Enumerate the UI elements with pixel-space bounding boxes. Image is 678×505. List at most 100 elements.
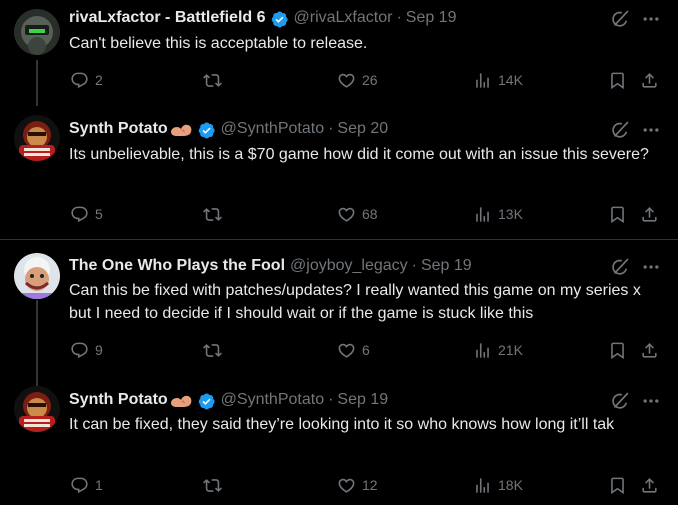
like-count: 68 (362, 206, 378, 222)
more-dots-icon[interactable] (641, 257, 661, 277)
separator-dot: · (328, 120, 334, 137)
bookmark-button[interactable] (608, 69, 627, 91)
reply-bubble-icon (70, 476, 89, 495)
retweet-icon (203, 71, 222, 90)
views-button[interactable]: 21K (473, 339, 523, 361)
verified-badge-icon (270, 10, 289, 29)
share-icon (640, 341, 659, 360)
heart-icon (337, 341, 356, 360)
reply-button[interactable]: 9 (70, 339, 103, 361)
tweet-text: Can this be fixed with patches/updates? … (69, 282, 641, 322)
heart-icon (337, 476, 356, 495)
retweet-button[interactable] (203, 203, 228, 225)
reply-count: 1 (95, 477, 103, 493)
views-bar-chart-icon (473, 71, 492, 90)
like-button[interactable]: 26 (337, 69, 378, 91)
retweet-button[interactable] (203, 69, 228, 91)
action-bar: 2 26 14K (69, 69, 659, 91)
more-dots-icon[interactable] (641, 391, 661, 411)
retweet-icon (203, 205, 222, 224)
like-count: 6 (362, 342, 370, 358)
user-handle[interactable]: @SynthPotato (221, 389, 324, 411)
tweet-text: It can be fixed, they said they’re looki… (69, 416, 615, 433)
display-name[interactable]: The One Who Plays the Fool (69, 255, 285, 277)
view-count: 14K (498, 72, 523, 88)
user-handle[interactable]: @SynthPotato (221, 118, 324, 140)
separator-dot: · (411, 257, 417, 274)
reply-count: 5 (95, 206, 103, 222)
tweet[interactable]: The One Who Plays the Fool @joyboy_legac… (0, 240, 678, 375)
reply-button[interactable]: 2 (70, 69, 103, 91)
flexed-arm-emoji-icon (169, 123, 193, 137)
bookmark-button[interactable] (608, 203, 627, 225)
bookmark-icon (608, 71, 627, 90)
verified-badge-icon (197, 392, 216, 411)
action-bar: 5 68 13K (69, 203, 659, 225)
bookmark-icon (608, 205, 627, 224)
views-bar-chart-icon (473, 341, 492, 360)
share-icon (640, 205, 659, 224)
tweet-date[interactable]: Sep 19 (421, 255, 472, 277)
tweet-header: Synth Potato @SynthPotato · Sep 20 (69, 118, 388, 140)
views-bar-chart-icon (473, 205, 492, 224)
like-button[interactable]: 68 (337, 203, 378, 225)
like-count: 12 (362, 477, 378, 493)
action-bar: 9 6 21K (69, 339, 659, 361)
reply-thread-feed: rivaLxfactor - Battlefield 6 @rivaLxfact… (0, 0, 678, 505)
retweet-button[interactable] (203, 339, 228, 361)
tweet-header: The One Who Plays the Fool @joyboy_legac… (69, 255, 472, 277)
like-button[interactable]: 12 (337, 474, 378, 496)
views-button[interactable]: 14K (473, 69, 523, 91)
avatar[interactable] (14, 253, 60, 299)
like-button[interactable]: 6 (337, 339, 370, 361)
user-handle[interactable]: @rivaLxfactor (294, 7, 393, 29)
tweet-header: rivaLxfactor - Battlefield 6 @rivaLxfact… (69, 7, 456, 29)
views-button[interactable]: 18K (473, 474, 523, 496)
tweet[interactable]: rivaLxfactor - Battlefield 6 @rivaLxfact… (0, 0, 678, 105)
share-button[interactable] (640, 339, 659, 361)
grok-icon[interactable] (610, 391, 630, 411)
reply-bubble-icon (70, 341, 89, 360)
avatar[interactable] (14, 115, 60, 161)
separator-dot: · (328, 391, 334, 408)
display-name[interactable]: Synth Potato (69, 118, 168, 140)
share-icon (640, 476, 659, 495)
avatar[interactable] (14, 9, 60, 55)
grok-icon[interactable] (610, 9, 630, 29)
share-button[interactable] (640, 69, 659, 91)
bookmark-button[interactable] (608, 474, 627, 496)
more-dots-icon[interactable] (641, 120, 661, 140)
grok-icon[interactable] (610, 120, 630, 140)
views-button[interactable]: 13K (473, 203, 523, 225)
view-count: 13K (498, 206, 523, 222)
display-name[interactable]: Synth Potato (69, 389, 168, 411)
bookmark-icon (608, 341, 627, 360)
tweet[interactable]: Synth Potato @SynthPotato · Sep 20 Its u… (0, 106, 678, 239)
separator-dot: · (396, 9, 402, 26)
tweet-date[interactable]: Sep 20 (337, 118, 388, 140)
tweet-text: Can't believe this is acceptable to rele… (69, 35, 368, 52)
view-count: 21K (498, 342, 523, 358)
reply-count: 2 (95, 72, 103, 88)
reply-button[interactable]: 1 (70, 474, 103, 496)
display-name[interactable]: rivaLxfactor - Battlefield 6 (69, 7, 266, 29)
grok-icon[interactable] (610, 257, 630, 277)
bookmark-button[interactable] (608, 339, 627, 361)
tweet-text: Its unbelievable, this is a $70 game how… (69, 146, 649, 163)
reply-bubble-icon (70, 71, 89, 90)
retweet-button[interactable] (203, 474, 228, 496)
flexed-arm-emoji-icon (169, 394, 193, 408)
bookmark-icon (608, 476, 627, 495)
tweet[interactable]: Synth Potato @SynthPotato · Sep 19 It ca… (0, 376, 678, 505)
avatar[interactable] (14, 386, 60, 432)
share-button[interactable] (640, 203, 659, 225)
heart-icon (337, 205, 356, 224)
share-button[interactable] (640, 474, 659, 496)
tweet-date[interactable]: Sep 19 (337, 389, 388, 411)
tweet-date[interactable]: Sep 19 (406, 7, 457, 29)
more-dots-icon[interactable] (641, 9, 661, 29)
tweet-header: Synth Potato @SynthPotato · Sep 19 (69, 389, 388, 411)
user-handle[interactable]: @joyboy_legacy (290, 255, 408, 277)
reply-button[interactable]: 5 (70, 203, 103, 225)
share-icon (640, 71, 659, 90)
